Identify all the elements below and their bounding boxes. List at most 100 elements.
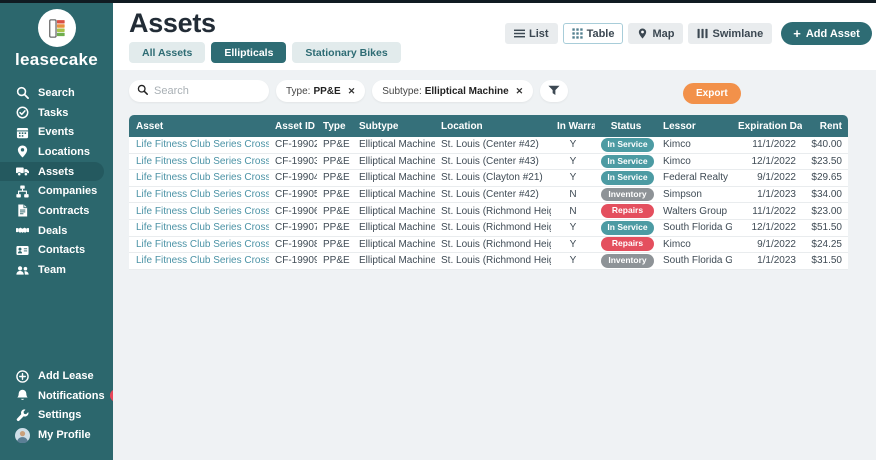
column-header-asset-id: Asset ID [269,115,317,137]
sidebar-item-assets[interactable]: Assets [0,162,104,182]
search-input-wrap [129,80,269,102]
view-button-table[interactable]: Table [563,23,624,44]
tab-stationary-bikes[interactable]: Stationary Bikes [292,42,400,63]
cell-location: St. Louis (Center #42) [435,137,551,154]
add-asset-button[interactable]: +Add Asset [781,22,872,45]
sidebar: leasecake SearchTasksEventsLocationsAsse… [0,3,113,460]
sidebar-item-label: Events [38,126,74,138]
sidebar-item-label: Deals [38,225,67,237]
sidebar-item-settings[interactable]: Settings [0,406,113,426]
sidebar-item-locations[interactable]: Locations [0,142,113,162]
cell-asset-id: CF-19902 [269,137,317,154]
filter-chips: Type:PP&E✕Subtype:Elliptical Machine✕ [269,80,533,102]
sidebar-item-deals[interactable]: Deals [0,221,113,241]
cell-asset-id: CF-19905 [269,187,317,204]
cell-location: St. Louis (Richmond Heights #16) [435,220,551,237]
sidebar-item-notifications[interactable]: Notifications2 [0,386,113,406]
table-row: Life Fitness Club Series Cross TrainerCF… [129,170,848,187]
cell-status: In Service [595,154,657,171]
table-icon [572,28,583,39]
column-header-location: Location [435,115,551,137]
cell-expiration-date: 12/1/2022 [732,220,802,237]
cell-asset[interactable]: Life Fitness Club Series Cross Trainer [129,170,269,187]
search-icon [14,86,30,99]
sidebar-item-events[interactable]: Events [0,122,113,142]
status-badge: Inventory [601,254,654,268]
cell-lessor: Walters Group [657,203,732,220]
column-header-rent: Rent [802,115,848,137]
cell-rent: $23.00 [802,203,848,220]
table-row: Life Fitness Club Series Cross TrainerCF… [129,187,848,204]
view-button-label: Swimlane [712,28,763,40]
sidebar-item-tasks[interactable]: Tasks [0,103,113,123]
status-badge: In Service [601,138,654,152]
content-area: Type:PP&E✕Subtype:Elliptical Machine✕ Ex… [113,70,876,460]
tab-all-assets[interactable]: All Assets [129,42,205,63]
cell-asset-id: CF-19909 [269,253,317,270]
cell-asset[interactable]: Life Fitness Club Series Cross Trainer [129,154,269,171]
cell-asset[interactable]: Life Fitness Club Series Cross Trainer [129,137,269,154]
sidebar-item-team[interactable]: Team [0,260,113,280]
cell-subtype: Elliptical Machine [353,237,435,254]
column-header-lessor: Lessor [657,115,732,137]
view-button-label: Table [587,28,615,40]
chip-label: Subtype: [382,86,421,97]
filter-chip-type-[interactable]: Type:PP&E ✕ [276,80,365,102]
sidebar-item-companies[interactable]: Companies [0,181,113,201]
status-badge: Repairs [601,237,654,251]
cell-asset-id: CF-19903 [269,154,317,171]
cell-expiration-date: 11/1/2022 [732,137,802,154]
events-icon [14,126,30,139]
cell-asset[interactable]: Life Fitness Club Series Cross Trainer [129,187,269,204]
column-header-in-warranty: In Warranty [551,115,595,137]
cell-subtype: Elliptical Machine [353,154,435,171]
plus-icon: + [793,27,801,40]
cell-type: PP&E [317,187,353,204]
cell-type: PP&E [317,154,353,171]
cell-location: St. Louis (Center #42) [435,187,551,204]
sidebar-item-add-lease[interactable]: Add Lease [0,366,113,386]
search-input[interactable] [154,85,261,97]
cell-subtype: Elliptical Machine [353,253,435,270]
cell-in-warranty: N [551,203,595,220]
cell-asset[interactable]: Life Fitness Club Series Cross Trainer [129,253,269,270]
asset-tabs: All Assets Ellipticals Stationary Bikes [129,42,401,63]
table-body: Life Fitness Club Series Cross TrainerCF… [129,137,848,270]
cell-status: Inventory [595,253,657,270]
cell-type: PP&E [317,253,353,270]
column-header-type: Type [317,115,353,137]
view-button-map[interactable]: Map [628,23,683,44]
cell-asset[interactable]: Life Fitness Club Series Cross Trainer [129,203,269,220]
tab-ellipticals[interactable]: Ellipticals [211,42,286,63]
cell-in-warranty: Y [551,154,595,171]
sidebar-item-search[interactable]: Search [0,83,113,103]
view-button-label: List [529,28,549,40]
cell-location: St. Louis (Richmond Heights #16) [435,203,551,220]
leasecake-logo-icon[interactable] [38,9,76,47]
cell-asset[interactable]: Life Fitness Club Series Cross Trainer [129,237,269,254]
filter-button[interactable] [540,80,568,102]
chip-value: PP&E [313,86,340,97]
cell-type: PP&E [317,220,353,237]
status-badge: Inventory [601,188,654,202]
sidebar-item-contacts[interactable]: Contacts [0,241,113,261]
page-header: Assets ListTableMapSwimlane+Add Asset Al… [113,3,876,70]
sidebar-item-my-profile[interactable]: My Profile [0,425,113,445]
close-icon[interactable]: ✕ [348,86,356,97]
filter-chip-subtype-[interactable]: Subtype:Elliptical Machine✕ [372,80,533,102]
search-icon [137,82,148,100]
cell-type: PP&E [317,137,353,154]
cell-expiration-date: 1/1/2023 [732,187,802,204]
view-button-list[interactable]: List [505,23,558,44]
close-icon[interactable]: ✕ [516,86,524,97]
sidebar-item-label: Team [38,264,66,276]
cell-asset[interactable]: Life Fitness Club Series Cross Trainer [129,220,269,237]
export-button[interactable]: Export [683,83,741,104]
chip-label: Type: [286,86,310,97]
map-icon [637,28,648,39]
sidebar-item-label: Contracts [38,205,89,217]
main-panel: Assets ListTableMapSwimlane+Add Asset Al… [113,3,876,460]
view-button-swimlane[interactable]: Swimlane [688,23,772,44]
tasks-icon [14,106,30,119]
sidebar-item-contracts[interactable]: Contracts [0,201,113,221]
